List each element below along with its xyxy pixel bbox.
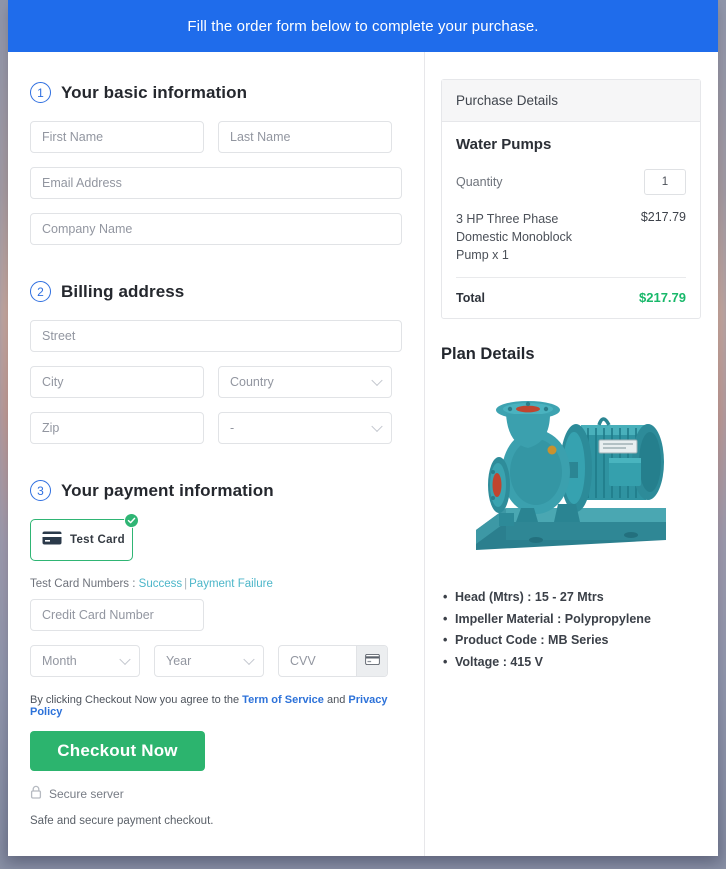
step-1-heading: 1 Your basic information <box>30 82 402 103</box>
term-of-service-link[interactable]: Term of Service <box>242 694 324 706</box>
cvv-input[interactable]: CVV <box>279 654 356 668</box>
company-row: Company Name <box>30 213 402 245</box>
line-item-amount: $217.79 <box>640 210 686 224</box>
country-select[interactable]: Country <box>218 366 392 398</box>
zip-state-row: Zip - <box>30 412 402 444</box>
product-image <box>441 380 701 565</box>
email-field[interactable]: Email Address <box>30 167 402 199</box>
expiry-cvv-row: Month Year CVV <box>30 645 402 677</box>
month-select-value: Month <box>42 654 77 668</box>
lock-icon <box>30 785 42 802</box>
expiry-month-select[interactable]: Month <box>30 645 140 677</box>
chevron-down-icon <box>119 653 131 666</box>
form-column: 1 Your basic information First Name Last… <box>8 52 425 856</box>
step-2-title: Billing address <box>61 281 185 301</box>
zip-input[interactable]: Zip <box>30 412 204 444</box>
street-input[interactable]: Street <box>30 320 402 352</box>
check-circle-icon <box>124 513 139 528</box>
country-select-value: Country <box>230 375 274 389</box>
cvv-help-button[interactable] <box>356 646 387 676</box>
quantity-input[interactable]: 1 <box>644 169 686 195</box>
total-amount: $217.79 <box>639 290 686 306</box>
street-row: Street <box>30 320 402 352</box>
water-pump-illustration <box>476 401 666 551</box>
credit-card-number-input[interactable]: Credit Card Number <box>30 599 204 631</box>
chevron-down-icon <box>371 374 383 387</box>
secure-server-label: Secure server <box>49 786 124 801</box>
state-select-value: - <box>230 421 235 435</box>
credit-card-icon <box>42 531 62 550</box>
payment-method-test-card[interactable]: Test Card <box>30 513 139 561</box>
terms-joiner: and <box>326 694 346 706</box>
chevron-down-icon <box>243 653 255 666</box>
step-3-title: Your payment information <box>61 480 274 500</box>
terms-prefix: By clicking Checkout Now you agree to th… <box>30 694 240 706</box>
expiry-year-select[interactable]: Year <box>154 645 264 677</box>
purchase-details-card: Purchase Details Water Pumps Quantity 1 … <box>441 79 701 320</box>
plan-details-title: Plan Details <box>441 345 535 364</box>
total-row: Total $217.79 <box>456 278 686 305</box>
spec-item: Impeller Material : Polypropylene <box>443 609 701 631</box>
step-3-heading: 3 Your payment information <box>30 480 402 501</box>
state-select[interactable]: - <box>218 412 392 444</box>
year-select-value: Year <box>166 654 192 668</box>
secure-server-note: Secure server <box>30 785 402 802</box>
terms-agreement-text: By clicking Checkout Now you agree to th… <box>30 694 402 718</box>
step-2-number: 2 <box>30 281 51 302</box>
purchase-details-body: Water Pumps Quantity 1 3 HP Three Phase … <box>442 122 700 318</box>
page-body: 1 Your basic information First Name Last… <box>8 52 718 856</box>
purchase-details-header: Purchase Details <box>442 80 700 122</box>
spec-item: Product Code : MB Series <box>443 630 701 652</box>
test-card-success-link[interactable]: Success <box>139 578 182 590</box>
step-2-heading: 2 Billing address <box>30 281 402 302</box>
city-input[interactable]: City <box>30 366 204 398</box>
test-card-numbers-note: Test Card Numbers : Success | Payment Fail… <box>30 578 402 590</box>
quantity-row: Quantity 1 <box>456 169 686 195</box>
checkout-page: Fill the order form below to complete yo… <box>8 0 718 856</box>
company-name-input[interactable]: Company Name <box>30 213 402 245</box>
step-1-number: 1 <box>30 82 51 103</box>
total-label: Total <box>456 290 485 305</box>
test-card-failure-link[interactable]: Payment Failure <box>189 578 273 590</box>
card-number-row: Credit Card Number <box>30 599 402 631</box>
email-row: Email Address <box>30 167 402 199</box>
test-card-prefix: Test Card Numbers : <box>30 578 136 590</box>
safe-checkout-note: Safe and secure payment checkout. <box>30 815 214 827</box>
last-name-input[interactable]: Last Name <box>218 121 392 153</box>
checkout-now-button[interactable]: Checkout Now <box>30 731 205 771</box>
credit-card-icon <box>364 652 380 670</box>
payment-method-label: Test Card <box>70 534 125 546</box>
summary-column: Purchase Details Water Pumps Quantity 1 … <box>425 52 718 856</box>
name-row: First Name Last Name <box>30 121 402 153</box>
chevron-down-icon <box>371 420 383 433</box>
spec-item: Voltage : 415 V <box>443 652 701 674</box>
banner-message: Fill the order form below to complete yo… <box>187 17 539 35</box>
quantity-label: Quantity <box>456 175 503 189</box>
product-spec-list: Head (Mtrs) : 15 - 27 Mtrs Impeller Mate… <box>441 587 701 673</box>
spec-item: Head (Mtrs) : 15 - 27 Mtrs <box>443 587 701 609</box>
line-item-row: 3 HP Three Phase Domestic Monoblock Pump… <box>456 210 686 279</box>
city-country-row: City Country <box>30 366 402 398</box>
first-name-input[interactable]: First Name <box>30 121 204 153</box>
line-item-description: 3 HP Three Phase Domestic Monoblock Pump… <box>456 212 573 263</box>
cvv-field-group: CVV <box>278 645 388 677</box>
step-3-number: 3 <box>30 480 51 501</box>
header-banner: Fill the order form below to complete yo… <box>8 0 718 52</box>
product-name: Water Pumps <box>456 136 552 153</box>
step-1-title: Your basic information <box>61 82 248 102</box>
